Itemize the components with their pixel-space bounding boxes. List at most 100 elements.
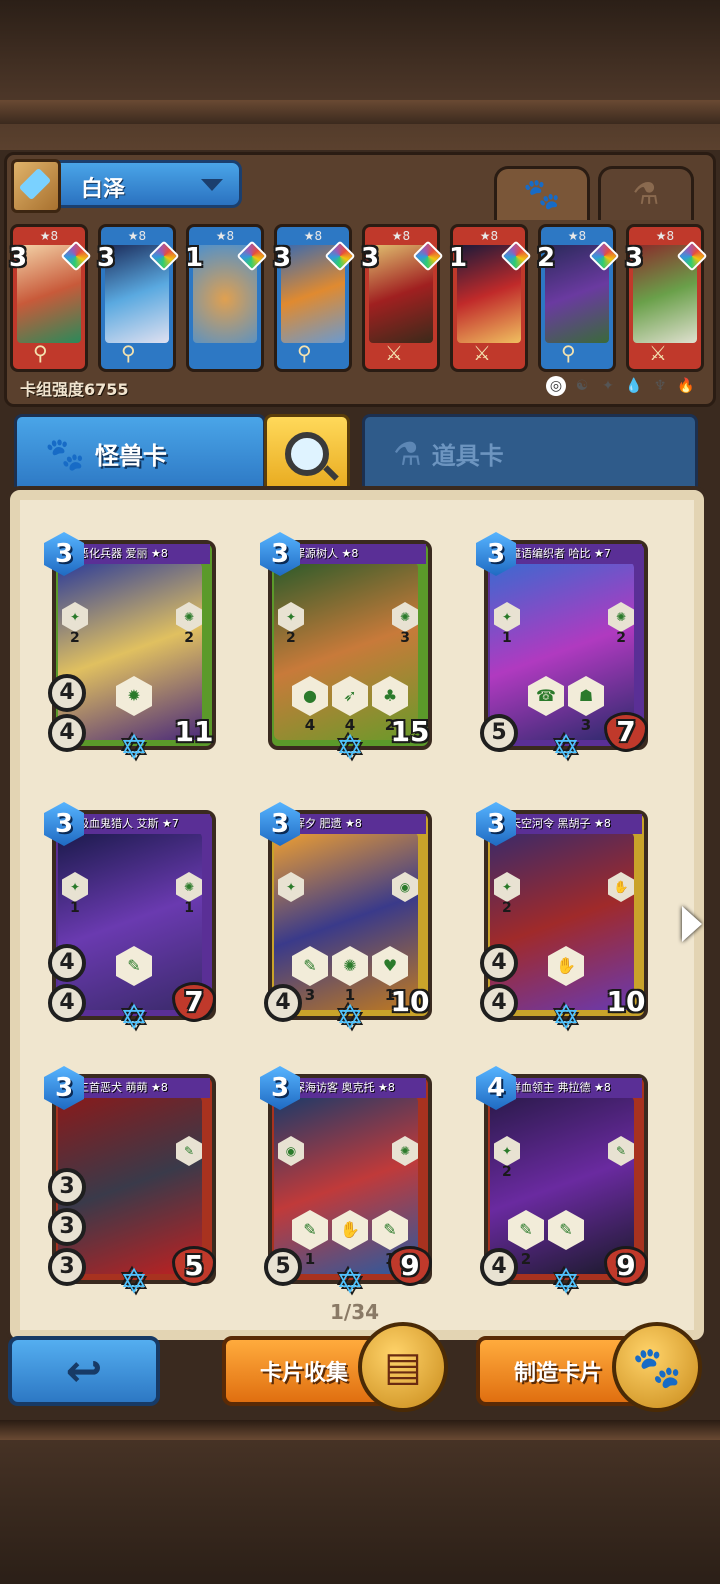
ability-icon: ☎	[528, 676, 564, 716]
skill-right-value: 2	[184, 630, 194, 646]
ability-icon: ✎	[508, 1210, 544, 1250]
health-value: 10	[606, 985, 646, 1018]
ability-icon: ✎	[292, 946, 328, 986]
monster-card[interactable]: 深海访客 奥克托 ★8 3 ◉ ✺ ✎1 ✋ ✎1 5 ✡ 9	[260, 1066, 442, 1302]
skill-left-value: 2	[502, 1164, 512, 1180]
card-title: 三首恶犬 萌萌 ★8	[78, 1078, 210, 1098]
paw-icon: 🐾	[523, 177, 561, 212]
card-count: 1	[449, 243, 468, 273]
card-count: 3	[97, 243, 116, 273]
ability-icon: ✎	[116, 946, 152, 986]
ability-icon: ✎	[292, 1210, 328, 1250]
card-title: 吸血鬼猎人 艾斯 ★7	[78, 814, 210, 834]
tab-monster-deck[interactable]: 🐾	[494, 166, 590, 220]
ability-icon: ✎	[548, 1210, 584, 1250]
deck-card[interactable]: ★8 3 ⚔	[625, 224, 708, 372]
attack-stat: 4	[480, 984, 518, 1022]
deck-card[interactable]: ★8 3 ⚲	[273, 224, 356, 372]
attack-stat: 4	[48, 984, 86, 1022]
health-value: 15	[390, 715, 430, 748]
next-page-arrow-icon[interactable]	[682, 906, 702, 942]
attack-stat: 5	[264, 1248, 302, 1286]
star-gem-icon: ✡	[335, 728, 365, 768]
monster-card[interactable]: 魔语编织者 哈比 ★7 3 ✦ 1 ✺ 2 ☎ ☗ 3 5 ✡ 7	[476, 532, 658, 768]
paw-jar-icon[interactable]: 🐾	[612, 1322, 702, 1412]
card-title: 鲜血领主 弗拉德 ★8	[510, 1078, 642, 1098]
deck-card[interactable]: ★8 1 ⚔	[449, 224, 532, 372]
skill-left-value: 2	[70, 630, 80, 646]
back-button[interactable]: ↩	[8, 1336, 160, 1406]
monster-card[interactable]: 三首恶犬 萌萌 ★8 3 ✎ 3 3 3 ✡ 5	[44, 1066, 226, 1302]
deck-card[interactable]: ★8 3 ⚲	[97, 224, 180, 372]
earth-element-icon: ✦	[602, 378, 614, 394]
attack-stat: 4	[48, 714, 86, 752]
card-title: 魔语编织者 哈比 ★7	[510, 544, 642, 564]
element-icons: ◎ ☯ ✦ 💧 ♆ 🔥	[546, 376, 696, 396]
card-title: 恶化兵器 爱丽 ★8	[78, 544, 210, 564]
back-arrow-icon: ↩	[65, 1345, 103, 1397]
monster-card[interactable]: 罪源树人 ★8 3 ✦ 2 ✺ 3 ● 4 ➶ 4 ♣ 2 ✡ 15	[260, 532, 442, 768]
monster-card[interactable]: 吸血鬼猎人 艾斯 ★7 3 ✦ 1 ✺ 1 ✎ 4 4 ✡ 7	[44, 802, 226, 1035]
card-count: 3	[625, 243, 644, 273]
ability-icon: ♥	[372, 946, 408, 986]
tab-item-cards[interactable]: ⚗ 道具卡	[362, 414, 698, 490]
monster-card[interactable]: 天空河令 黑胡子 ★8 3 ✦ 2 ✋ ✋ 4 4 ✡ 10	[476, 802, 658, 1035]
tab-item-deck[interactable]: ⚗	[598, 166, 694, 220]
monster-card[interactable]: 浑夕 肥遗 ★8 3 ✦ ◉ ✎ 3 ✺ 1 ♥ 1 4 ✡ 10	[260, 802, 442, 1035]
skill-left-value: 1	[70, 900, 80, 916]
ability-icon: ☗	[568, 676, 604, 716]
ability-icon: ✋	[548, 946, 584, 986]
health-value: 10	[390, 985, 430, 1018]
attack-stat: 5	[480, 714, 518, 752]
attack-stat: 4	[480, 1248, 518, 1286]
staff-icon: ⚲	[561, 341, 576, 365]
search-button[interactable]	[264, 414, 350, 490]
deck-card[interactable]: ★8 2 ⚲	[537, 224, 620, 372]
dice-stat: 3	[48, 1208, 86, 1246]
star-gem-icon: ✡	[119, 1262, 149, 1302]
tab-monster-cards[interactable]: 🐾 怪兽卡	[14, 414, 266, 490]
page-indicator: 1/34	[330, 1300, 380, 1324]
dice-stat: 4	[480, 944, 518, 982]
star-gem-icon: ✡	[551, 728, 581, 768]
staff-icon: ⚲	[297, 341, 312, 365]
neutral-element-icon: ◎	[546, 376, 566, 396]
dice-stat: 4	[48, 944, 86, 982]
card-count: 3	[361, 243, 380, 273]
chevron-down-icon	[201, 179, 223, 191]
ability-icon: ➶	[332, 676, 368, 716]
potion-icon: ⚗	[393, 434, 422, 473]
ability-icon: ✹	[116, 676, 152, 716]
card-title: 浑夕 肥遗 ★8	[294, 814, 426, 834]
ability-icon: ✎	[372, 1210, 408, 1250]
card-collection-label: 卡片收集	[260, 1361, 349, 1386]
star-gem-icon: ✡	[551, 1262, 581, 1302]
fire-element-icon: 🔥	[677, 378, 695, 394]
deck-card[interactable]: ★8 3 ⚔	[361, 224, 444, 372]
card-title: 天空河令 黑胡子 ★8	[510, 814, 642, 834]
water-element-icon: 💧	[625, 378, 643, 394]
tab-monster-label: 怪兽卡	[94, 442, 167, 470]
card-count: 3	[9, 243, 28, 273]
attack-stat: 4	[264, 984, 302, 1022]
card-count: 1	[185, 243, 204, 273]
card-album-icon[interactable]: ▤	[358, 1322, 448, 1412]
staff-icon: ⚲	[33, 341, 48, 365]
deck-book-icon	[11, 159, 61, 213]
deck-card-list: ★8 3 ⚲ ★8 3 ⚲ ★8 1 ★8 3 ⚲ ★8 3 ⚔ ★8 1 ⚔	[9, 224, 710, 372]
dice-stat: 4	[48, 674, 86, 712]
monster-card[interactable]: 鲜血领主 弗拉德 ★8 4 ✦ 2 ✎ ✎ 2 ✎ 4 ✡ 9	[476, 1066, 658, 1302]
health-value: 11	[174, 715, 214, 748]
skill-right-value: 3	[400, 630, 410, 646]
deck-card[interactable]: ★8 1	[185, 224, 268, 372]
monster-card[interactable]: 恶化兵器 爱丽 ★8 3 ✦ 2 ✺ 2 ✹ 4 4 ✡ 11	[44, 532, 226, 768]
extra-stat: 3	[48, 1168, 86, 1206]
ability-icon: ✋	[332, 1210, 368, 1250]
deck-name: 白泽	[81, 177, 126, 202]
skill-left-value: 1	[502, 630, 512, 646]
deck-card[interactable]: ★8 3 ⚲	[9, 224, 92, 372]
star-gem-icon: ✡	[335, 1262, 365, 1302]
dark-element-icon: ☯	[575, 378, 589, 394]
star-gem-icon: ✡	[119, 728, 149, 768]
deck-selector[interactable]: 白泽	[11, 159, 242, 213]
